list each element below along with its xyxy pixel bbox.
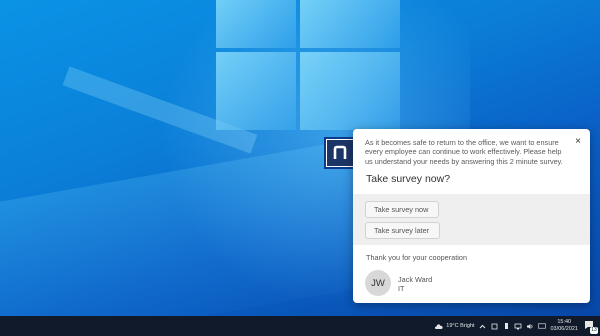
system-tray: 19°C Bright 15:40 03/06/2021 13 <box>434 316 600 336</box>
keyboard-icon[interactable] <box>538 322 547 330</box>
survey-intro-text: As it becomes safe to return to the offi… <box>365 138 563 166</box>
taskbar: 19°C Bright 15:40 03/06/2021 13 <box>0 316 600 336</box>
survey-question: Take survey now? <box>366 173 451 185</box>
battery-icon[interactable] <box>502 322 510 330</box>
clock-time: 15:40 <box>557 319 572 325</box>
close-icon[interactable]: × <box>575 137 581 147</box>
avatar: JW <box>365 270 391 296</box>
weather-text: 19°C Bright <box>446 323 475 329</box>
clock-date: 03/06/2021 <box>550 326 578 332</box>
sender-department: IT <box>398 284 405 293</box>
app-logo-mark <box>327 140 353 166</box>
sender-name: Jack Ward <box>398 275 433 284</box>
app-logo-n-icon <box>333 145 347 159</box>
windows-logo-pane <box>300 0 400 48</box>
windows-logo-pane <box>216 0 296 48</box>
take-survey-later-button[interactable]: Take survey later <box>365 222 440 239</box>
thanks-text: Thank you for your cooperation <box>366 253 467 262</box>
notification-icon[interactable]: 13 <box>584 320 598 334</box>
weather-widget[interactable]: 19°C Bright <box>434 323 474 330</box>
language-icon[interactable] <box>490 322 498 330</box>
survey-notification-panel: As it becomes safe to return to the offi… <box>353 129 590 303</box>
sound-icon[interactable] <box>526 322 534 330</box>
network-icon[interactable] <box>514 322 522 330</box>
chevron-up-icon[interactable] <box>478 322 486 330</box>
windows-logo-pane <box>300 52 400 130</box>
take-survey-now-button[interactable]: Take survey now <box>365 201 439 218</box>
app-logo-icon <box>324 137 356 169</box>
clock[interactable]: 15:40 03/06/2021 <box>550 319 578 333</box>
notification-count: 13 <box>590 327 598 334</box>
weather-icon <box>435 323 443 329</box>
windows-logo-pane <box>216 52 296 130</box>
